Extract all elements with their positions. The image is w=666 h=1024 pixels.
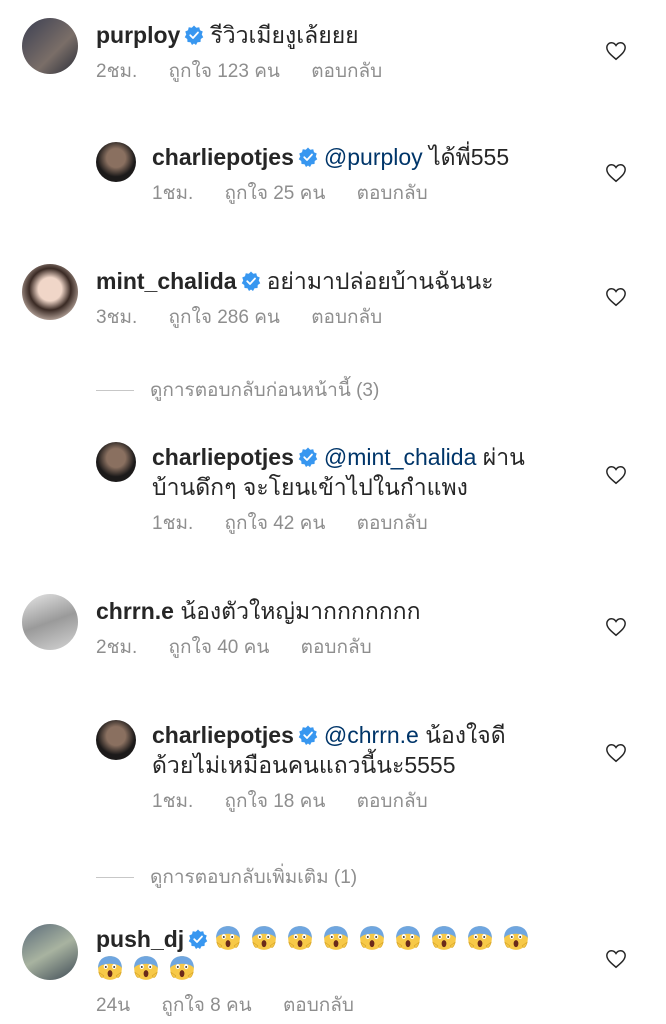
scream-emoji-icon — [96, 954, 124, 982]
comment-time: 1ชม. — [152, 513, 194, 534]
comment-text: ผ่าน — [482, 444, 525, 470]
verified-badge-icon — [298, 147, 318, 167]
like-heart-icon[interactable] — [605, 286, 627, 308]
scream-emoji-icon — [358, 924, 386, 952]
reply-button[interactable]: ตอบกลับ — [311, 307, 382, 328]
verified-badge-icon — [298, 725, 318, 745]
likes-count[interactable]: ถูกใจ 8 คน — [161, 995, 251, 1016]
view-more-replies-label: ดูการตอบกลับเพิ่มเติม (1) — [150, 867, 358, 888]
view-previous-replies-label: ดูการตอบกลับก่อนหน้านี้ (3) — [150, 380, 380, 401]
like-heart-icon[interactable] — [605, 162, 627, 184]
likes-count[interactable]: ถูกใจ 123 คน — [169, 61, 280, 82]
like-heart-icon[interactable] — [605, 464, 627, 486]
comment-time: 3ชม. — [96, 307, 138, 328]
comment-emoji-text-continued — [96, 954, 606, 984]
comment-text: น้องตัวใหญ่มากกกกกกก — [180, 598, 421, 624]
reply-button[interactable]: ตอบกลับ — [283, 995, 354, 1016]
likes-count[interactable]: ถูกใจ 286 คน — [169, 307, 280, 328]
comment-time: 1ชม. — [152, 183, 194, 204]
comment-time: 2ชม. — [96, 61, 138, 82]
likes-count[interactable]: ถูกใจ 18 คน — [225, 791, 326, 812]
scream-emoji-icon — [394, 924, 422, 952]
username[interactable]: charliepotjes — [152, 722, 294, 748]
comment-time: 1ชม. — [152, 791, 194, 812]
avatar[interactable] — [22, 594, 78, 650]
comment-text: อย่ามาปล่อยบ้านฉันนะ — [266, 268, 494, 294]
comment-time: 2ชม. — [96, 637, 138, 658]
scream-emoji-icon — [214, 924, 242, 952]
mention-link[interactable]: @mint_chalida — [324, 444, 476, 470]
comment-text: ได้พี่555 — [429, 144, 510, 170]
reply-button[interactable]: ตอบกลับ — [311, 61, 382, 82]
scream-emoji-icon — [322, 924, 350, 952]
scream-emoji-icon — [286, 924, 314, 952]
comment-emoji-text — [214, 926, 538, 952]
comment-text: น้องใจดี — [425, 722, 506, 748]
scream-emoji-icon — [132, 954, 160, 982]
avatar[interactable] — [96, 720, 136, 760]
likes-count[interactable]: ถูกใจ 40 คน — [169, 637, 270, 658]
scream-emoji-icon — [250, 924, 278, 952]
scream-emoji-icon — [430, 924, 458, 952]
reply-button[interactable]: ตอบกลับ — [301, 637, 372, 658]
like-heart-icon[interactable] — [605, 742, 627, 764]
reply-button[interactable]: ตอบกลับ — [357, 513, 428, 534]
verified-badge-icon — [241, 271, 261, 291]
username[interactable]: chrrn.e — [96, 598, 174, 624]
scream-emoji-icon — [502, 924, 530, 952]
like-heart-icon[interactable] — [605, 948, 627, 970]
verified-badge-icon — [298, 447, 318, 467]
divider — [96, 389, 134, 391]
scream-emoji-icon — [168, 954, 196, 982]
avatar[interactable] — [96, 442, 136, 482]
comment-time: 24น — [96, 995, 131, 1016]
username[interactable]: charliepotjes — [152, 144, 294, 170]
username[interactable]: push_dj — [96, 926, 184, 952]
avatar[interactable] — [22, 924, 78, 980]
verified-badge-icon — [184, 25, 204, 45]
view-previous-replies-button[interactable]: ดูการตอบกลับก่อนหน้านี้ (3) — [96, 375, 379, 405]
comment-text: รีวิวเมียงูเล้ยยย — [210, 22, 359, 48]
username[interactable]: purploy — [96, 22, 180, 48]
reply-button[interactable]: ตอบกลับ — [357, 791, 428, 812]
view-more-replies-button[interactable]: ดูการตอบกลับเพิ่มเติม (1) — [96, 862, 357, 892]
comment-text-continued: บ้านดึกๆ จะโยนเข้าไปในกำแพง — [152, 474, 468, 500]
username[interactable]: mint_chalida — [96, 268, 237, 294]
like-heart-icon[interactable] — [605, 616, 627, 638]
mention-link[interactable]: @chrrn.e — [324, 722, 419, 748]
avatar[interactable] — [22, 264, 78, 320]
reply-button[interactable]: ตอบกลับ — [357, 183, 428, 204]
comment-text-continued: ด้วยไม่เหมือนคนแถวนี้นะ5555 — [152, 752, 456, 778]
avatar[interactable] — [22, 18, 78, 74]
likes-count[interactable]: ถูกใจ 42 คน — [225, 513, 326, 534]
username[interactable]: charliepotjes — [152, 444, 294, 470]
divider — [96, 876, 134, 878]
like-heart-icon[interactable] — [605, 40, 627, 62]
likes-count[interactable]: ถูกใจ 25 คน — [225, 183, 326, 204]
mention-link[interactable]: @purploy — [324, 144, 423, 170]
verified-badge-icon — [188, 929, 208, 949]
avatar[interactable] — [96, 142, 136, 182]
scream-emoji-icon — [466, 924, 494, 952]
